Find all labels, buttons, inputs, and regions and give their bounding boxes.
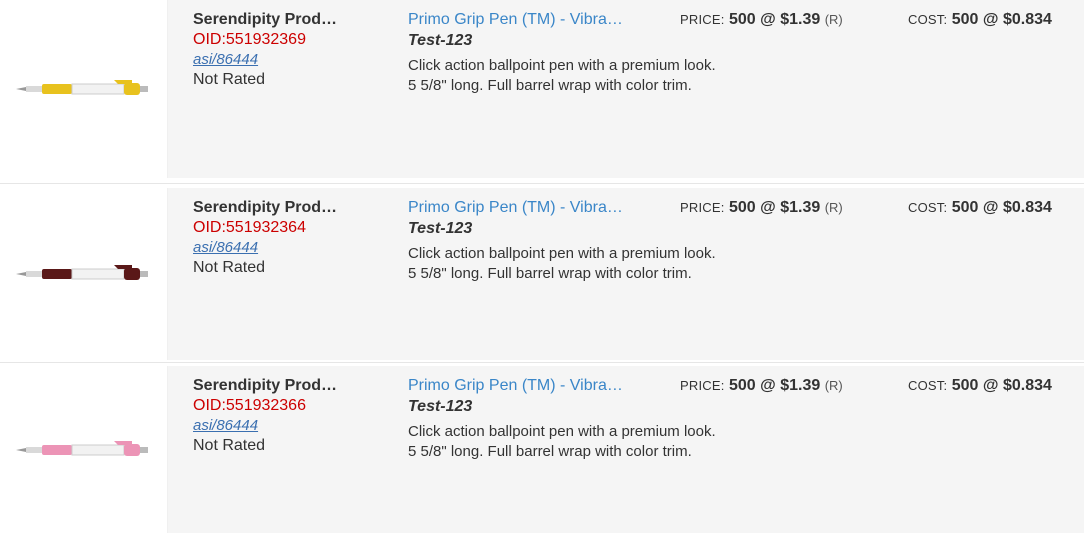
cost-value: $0.834: [1002, 199, 1052, 216]
cost-quantity: 500: [951, 199, 979, 216]
price-info: PRICE: 500 @ $1.39 (R): [680, 10, 843, 30]
product-description: Click action ballpoint pen with a premiu…: [408, 423, 716, 460]
product-image[interactable]: [0, 0, 168, 178]
pen-image: [15, 80, 148, 95]
asi-link[interactable]: asi/86444: [193, 416, 373, 436]
cost-info: COST: 500 @ $0.834: [908, 10, 1052, 30]
product-details: Serendipity Prod… OID:551932366 asi/8644…: [168, 366, 1084, 533]
product-row[interactable]: Serendipity Prod… OID:551932366 asi/8644…: [0, 366, 1084, 533]
cost-label: COST:: [908, 200, 948, 215]
price-label: PRICE:: [680, 378, 725, 393]
product-row[interactable]: Serendipity Prod… OID:551932364 asi/8644…: [0, 188, 1084, 360]
cost-value: $0.834: [1002, 11, 1052, 28]
cost-value: $0.834: [1002, 377, 1052, 394]
cost-label: COST:: [908, 12, 948, 27]
rating-text: Not Rated: [193, 71, 266, 88]
product-name-link[interactable]: Primo Grip Pen (TM) - Vibra…: [408, 376, 663, 396]
product-image[interactable]: [0, 366, 168, 533]
cost-quantity: 500: [951, 377, 979, 394]
product-info: Primo Grip Pen (TM) - Vibra… Test-123 Cl…: [408, 376, 716, 462]
supplier-info: Serendipity Prod… OID:551932364 asi/8644…: [193, 198, 373, 278]
price-quantity: 500: [729, 199, 756, 216]
product-number: Test-123: [408, 220, 473, 237]
price-quantity: 500: [729, 11, 756, 28]
supplier-info: Serendipity Prod… OID:551932369 asi/8644…: [193, 10, 373, 90]
product-image[interactable]: [0, 188, 168, 360]
price-info: PRICE: 500 @ $1.39 (R): [680, 376, 843, 396]
pen-image: [15, 440, 148, 456]
supplier-info: Serendipity Prod… OID:551932366 asi/8644…: [193, 376, 373, 456]
cost-quantity: 500: [951, 11, 979, 28]
price-at: @: [760, 377, 776, 394]
asi-link[interactable]: asi/86444: [193, 238, 373, 258]
pen-image: [15, 265, 148, 280]
price-quantity: 500: [729, 377, 756, 394]
order-id: OID:551932366: [193, 397, 306, 414]
product-list: Serendipity Prod… OID:551932369 asi/8644…: [0, 0, 1084, 533]
price-code: (R): [824, 12, 843, 27]
supplier-name[interactable]: Serendipity Prod…: [193, 198, 363, 218]
product-details: Serendipity Prod… OID:551932369 asi/8644…: [168, 0, 1084, 178]
order-id: OID:551932369: [193, 31, 306, 48]
cost-info: COST: 500 @ $0.834: [908, 376, 1052, 396]
order-id: OID:551932364: [193, 219, 306, 236]
cost-at: @: [982, 377, 999, 394]
product-number: Test-123: [408, 32, 473, 49]
cost-at: @: [982, 199, 999, 216]
product-description: Click action ballpoint pen with a premiu…: [408, 245, 716, 282]
price-code: (R): [824, 200, 843, 215]
product-name-link[interactable]: Primo Grip Pen (TM) - Vibra…: [408, 198, 663, 218]
price-value: $1.39: [780, 199, 821, 216]
price-value: $1.39: [780, 377, 821, 394]
price-label: PRICE:: [680, 12, 725, 27]
asi-link[interactable]: asi/86444: [193, 50, 373, 70]
supplier-name[interactable]: Serendipity Prod…: [193, 10, 363, 30]
supplier-name[interactable]: Serendipity Prod…: [193, 376, 363, 396]
product-info: Primo Grip Pen (TM) - Vibra… Test-123 Cl…: [408, 10, 716, 96]
rating-text: Not Rated: [193, 259, 266, 276]
price-info: PRICE: 500 @ $1.39 (R): [680, 198, 843, 218]
product-number: Test-123: [408, 398, 473, 415]
cost-info: COST: 500 @ $0.834: [908, 198, 1052, 218]
product-name-link[interactable]: Primo Grip Pen (TM) - Vibra…: [408, 10, 663, 30]
cost-at: @: [982, 11, 999, 28]
product-row[interactable]: Serendipity Prod… OID:551932369 asi/8644…: [0, 0, 1084, 178]
row-divider: [0, 183, 1084, 184]
rating-text: Not Rated: [193, 437, 266, 454]
row-divider: [0, 362, 1084, 363]
price-code: (R): [824, 378, 843, 393]
price-at: @: [760, 199, 776, 216]
cost-label: COST:: [908, 378, 948, 393]
product-description: Click action ballpoint pen with a premiu…: [408, 57, 716, 94]
product-info: Primo Grip Pen (TM) - Vibra… Test-123 Cl…: [408, 198, 716, 284]
price-at: @: [760, 11, 776, 28]
product-details: Serendipity Prod… OID:551932364 asi/8644…: [168, 188, 1084, 360]
price-label: PRICE:: [680, 200, 725, 215]
price-value: $1.39: [780, 11, 821, 28]
